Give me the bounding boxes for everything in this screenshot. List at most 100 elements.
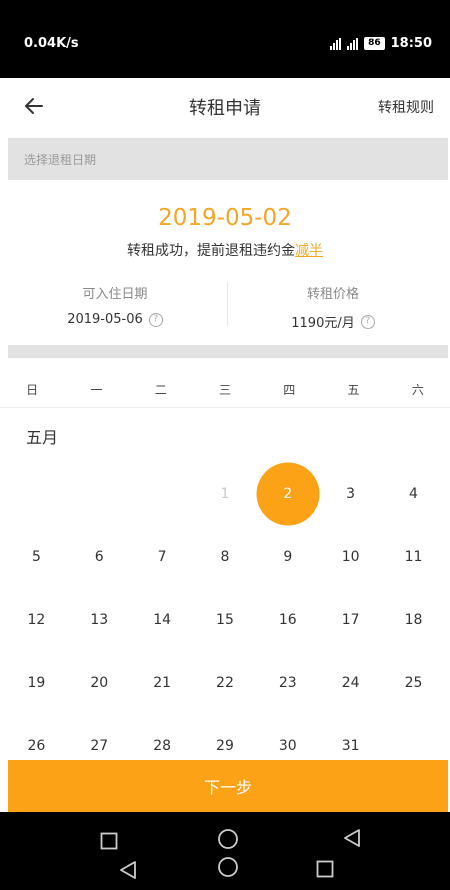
calendar-day-number: 21 xyxy=(153,674,172,691)
calendar-day[interactable]: 15 xyxy=(194,588,257,651)
price-label: 转租价格 xyxy=(306,287,359,302)
success-message-highlight[interactable]: 减半 xyxy=(295,243,323,259)
network-speed: 0.04K/s xyxy=(24,36,79,51)
recent-apps-icon[interactable] xyxy=(100,832,118,850)
calendar-day[interactable]: 21 xyxy=(131,651,194,714)
success-message-text: 转租成功，提前退租违约金 xyxy=(127,243,295,259)
calendar-day-number: 23 xyxy=(278,674,297,691)
rules-link[interactable]: 转租规则 xyxy=(378,97,434,117)
move-in-info: 可入住日期 2019-05-06? xyxy=(10,283,220,327)
home-nav-icon-2[interactable] xyxy=(217,856,239,878)
calendar-week-row: 1 2 3 4 xyxy=(5,462,445,525)
calendar-week-row: 12 13 14 15 16 17 18 xyxy=(5,588,445,651)
header: 转租申请 转租规则 xyxy=(0,78,450,136)
calendar-week-row: 5 6 7 8 9 10 11 xyxy=(5,525,445,588)
calendar-day-number: 8 xyxy=(220,548,230,565)
move-in-label: 可入住日期 xyxy=(82,287,148,302)
calendar-day-number: 17 xyxy=(341,611,360,628)
calendar-day[interactable]: 23 xyxy=(256,651,319,714)
selected-date: 2019-05-02 xyxy=(158,205,292,231)
calendar-day[interactable]: 25 xyxy=(382,651,445,714)
calendar-day[interactable]: 10 xyxy=(319,525,382,588)
calendar-day[interactable]: 9 xyxy=(256,525,319,588)
calendar-day-number: 19 xyxy=(27,674,46,691)
calendar-day-number: 26 xyxy=(27,737,46,754)
calendar-day-number: 12 xyxy=(27,611,46,628)
back-nav-icon-2[interactable] xyxy=(342,828,362,848)
calendar-day-number: 7 xyxy=(157,548,167,565)
calendar-day-number: 22 xyxy=(216,674,234,691)
calendar-day[interactable]: 13 xyxy=(68,588,131,651)
select-date-placeholder: 选择退租日期 xyxy=(24,153,97,167)
calendar-day-number: 18 xyxy=(404,611,423,628)
signal-icon xyxy=(330,37,342,50)
calendar-day[interactable]: 6 xyxy=(68,525,131,588)
month-label: 五月 xyxy=(26,428,59,447)
weekday-thu: 四 xyxy=(283,383,296,397)
status-bar: 0.04K/s 86 18:50 xyxy=(0,0,450,78)
calendar-day-selected[interactable]: 2 xyxy=(256,462,319,525)
weekday-sun: 日 xyxy=(26,383,39,397)
home-nav-icon[interactable] xyxy=(217,828,239,850)
calendar-empty-cell xyxy=(5,462,68,525)
price-value: 1190元/月 xyxy=(291,316,355,331)
calendar-day[interactable]: 22 xyxy=(194,651,257,714)
calendar-day[interactable]: 5 xyxy=(5,525,68,588)
calendar-day-number: 11 xyxy=(404,548,423,565)
calendar-empty-cell xyxy=(68,462,131,525)
signal-icon-2 xyxy=(347,37,359,50)
section-divider xyxy=(8,345,448,358)
calendar-day-number: 4 xyxy=(409,485,418,502)
calendar-day[interactable]: 12 xyxy=(5,588,68,651)
battery-icon: 86 xyxy=(364,37,385,50)
calendar-day: 1 xyxy=(194,462,257,525)
weekday-header: 日 一 二 三 四 五 六 xyxy=(0,375,450,408)
calendar-day-number: 29 xyxy=(216,737,234,754)
status-time: 18:50 xyxy=(390,36,432,51)
next-step-button[interactable]: 下一步 xyxy=(8,760,448,812)
calendar-day-number: 5 xyxy=(31,548,41,565)
calendar-day[interactable]: 19 xyxy=(5,651,68,714)
success-message: 转租成功，提前退租违约金减半 xyxy=(0,240,450,260)
recent-apps-icon-2[interactable] xyxy=(316,860,334,878)
calendar-grid: 1 2 3 4 5 6 7 8 9 10 11 12 13 14 15 16 17 18 19 20 21 22 23 24 2… xyxy=(5,462,445,777)
calendar-day-number: 6 xyxy=(94,548,104,565)
calendar-day-number: 1 xyxy=(220,485,230,502)
select-date-bar[interactable]: 选择退租日期 xyxy=(8,138,448,180)
calendar-day-number: 10 xyxy=(341,548,360,565)
weekday-mon: 一 xyxy=(90,383,103,397)
calendar-day-number: 14 xyxy=(153,611,172,628)
calendar-day-number: 25 xyxy=(404,674,423,691)
calendar-day[interactable]: 7 xyxy=(131,525,194,588)
calendar-day-number: 20 xyxy=(90,674,109,691)
calendar-day[interactable]: 3 xyxy=(319,462,382,525)
calendar-day[interactable]: 20 xyxy=(68,651,131,714)
help-icon[interactable]: ? xyxy=(148,312,163,327)
calendar-day-number: 30 xyxy=(278,737,297,754)
price-info: 转租价格 1190元/月? xyxy=(228,283,438,331)
calendar-day-number: 16 xyxy=(278,611,297,628)
calendar-day-number: 3 xyxy=(346,485,356,502)
calendar-empty-cell xyxy=(131,462,194,525)
calendar-day-number: 2 xyxy=(283,485,293,502)
weekday-fri: 五 xyxy=(347,383,360,397)
calendar-day-number: 31 xyxy=(341,737,360,754)
weekday-wed: 三 xyxy=(218,383,231,397)
calendar-week-row: 19 20 21 22 23 24 25 xyxy=(5,651,445,714)
calendar-day-number: 24 xyxy=(341,674,360,691)
calendar-day[interactable]: 24 xyxy=(319,651,382,714)
calendar-day[interactable]: 14 xyxy=(131,588,194,651)
back-nav-icon[interactable] xyxy=(118,860,138,880)
calendar-day-number: 13 xyxy=(90,611,109,628)
calendar-day[interactable]: 4 xyxy=(382,462,445,525)
calendar-day-number: 28 xyxy=(153,737,172,754)
calendar-day-number: 15 xyxy=(216,611,234,628)
calendar-day[interactable]: 17 xyxy=(319,588,382,651)
calendar-day[interactable]: 11 xyxy=(382,525,445,588)
calendar-day-number: 27 xyxy=(90,737,109,754)
calendar-day[interactable]: 16 xyxy=(256,588,319,651)
calendar-day[interactable]: 18 xyxy=(382,588,445,651)
help-icon[interactable]: ? xyxy=(360,314,375,329)
calendar-day[interactable]: 8 xyxy=(194,525,257,588)
weekday-sat: 六 xyxy=(411,383,424,397)
